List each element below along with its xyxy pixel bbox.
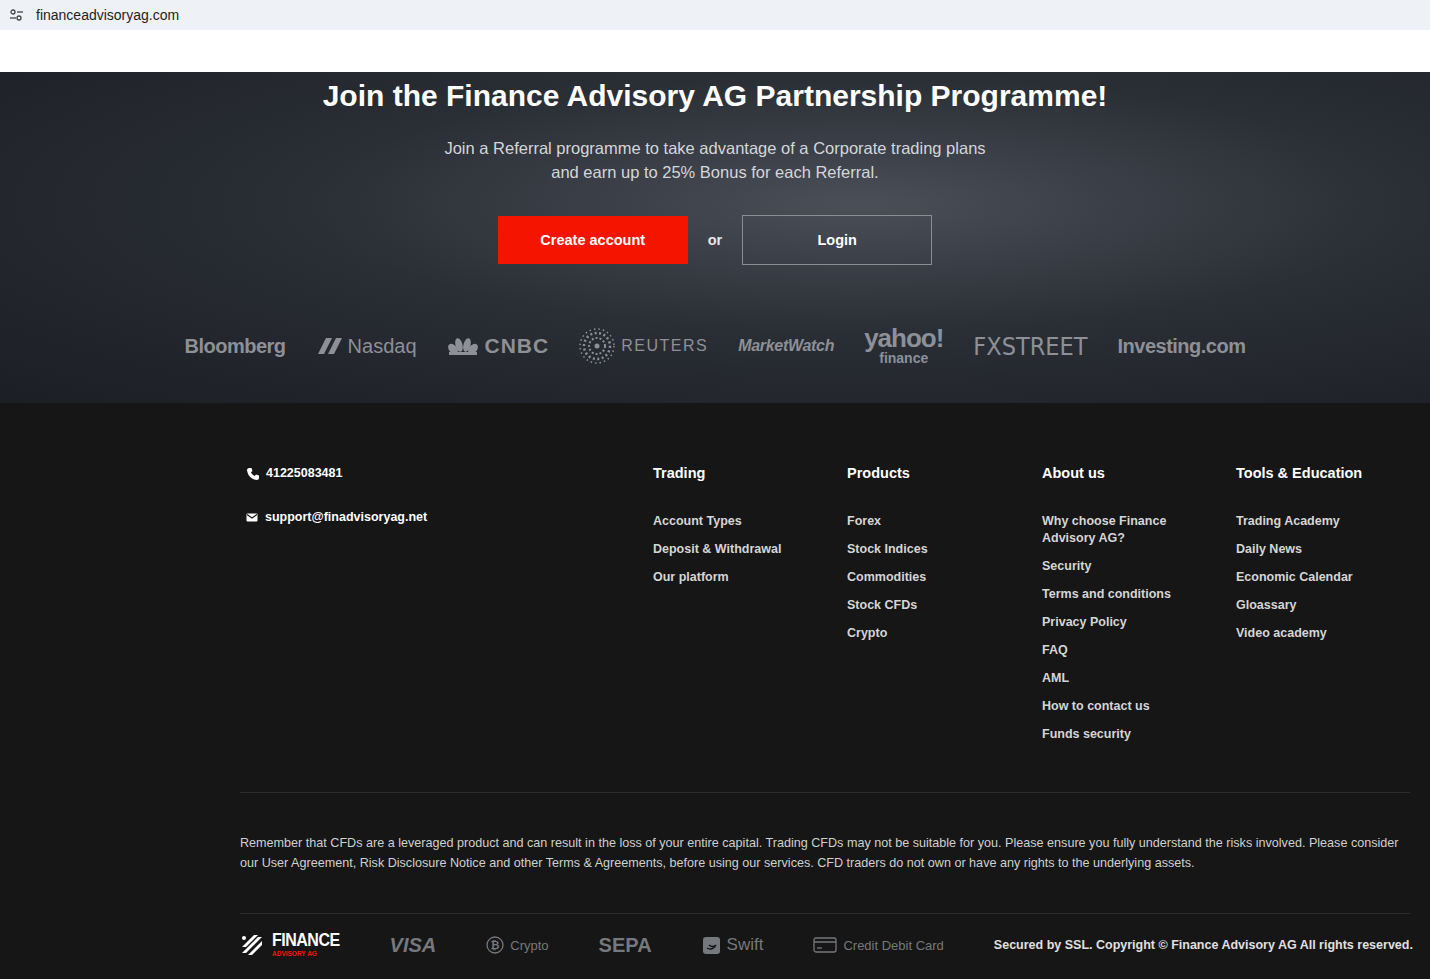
footer-link[interactable]: How to contact us — [1042, 692, 1236, 720]
media-name: REUTERS — [621, 337, 708, 355]
footer-bottom: FINANCE ADVISORY AG VISA ₿ Crypto SEPA Swift Cr… — [240, 914, 1410, 976]
or-separator: or — [708, 232, 723, 248]
media-logos: Bloomberg Nasdaq CNBC REUTERS MarketWatch yah… — [185, 325, 1246, 367]
site-footer: 41225083481 support@finadvisoryag.net Trad… — [0, 403, 1430, 976]
media-name: MarketWatch — [738, 337, 834, 355]
media-name: Bloomberg — [185, 335, 286, 358]
cnbc-peacock-icon — [447, 335, 479, 357]
footer-column: Trading Account TypesDeposit & Withdrawal… — [653, 463, 847, 748]
column-title: Trading — [653, 463, 847, 483]
footer-link[interactable]: Why choose Finance Advisory AG? — [1042, 507, 1236, 552]
column-title: Tools & Education — [1236, 463, 1410, 483]
media-name: CNBC — [485, 334, 550, 358]
footer-link[interactable]: Deposit & Withdrawal — [653, 535, 847, 563]
footer-link[interactable]: Video academy — [1236, 619, 1410, 647]
footer-columns: 41225083481 support@finadvisoryag.net Trad… — [240, 463, 1410, 748]
footer-link[interactable]: Economic Calendar — [1236, 563, 1410, 591]
media-name: FXSTREET — [973, 332, 1087, 361]
hero-title: Join the Finance Advisory AG Partnership… — [323, 78, 1108, 114]
payment-method: ₿ Crypto — [486, 936, 548, 954]
address-bar: financeadvisoryag.com — [0, 0, 1430, 30]
footer-link[interactable]: Trading Academy — [1236, 507, 1410, 535]
footer-link[interactable]: Commodities — [847, 563, 1042, 591]
footer-link[interactable]: Terms and conditions — [1042, 580, 1236, 608]
footer-link[interactable]: Account Types — [653, 507, 847, 535]
footer-link[interactable]: FAQ — [1042, 636, 1236, 664]
yahoo-finance-logo: yahoo! finance — [864, 327, 943, 365]
media-logo: FXSTREET — [973, 332, 1087, 361]
create-account-button[interactable]: Create account — [498, 216, 688, 264]
footer-link[interactable]: Forex — [847, 507, 1042, 535]
media-logo: yahoo! finance — [864, 327, 943, 365]
contact-info: 41225083481 support@finadvisoryag.net — [240, 463, 653, 748]
footer-link[interactable]: Privacy Policy — [1042, 608, 1236, 636]
payment-method: SEPA — [599, 934, 652, 957]
url-text[interactable]: financeadvisoryag.com — [36, 7, 179, 23]
finance-logo-icon — [240, 933, 264, 957]
media-logo: Bloomberg — [185, 335, 286, 358]
copyright: Secured by SSL. Copyright © Finance Advi… — [994, 938, 1413, 952]
media-name: Nasdaq — [348, 335, 417, 358]
footer-column: About us Why choose Finance Advisory AG?S… — [1042, 463, 1236, 748]
swift-icon — [702, 936, 721, 955]
email-icon — [246, 512, 258, 523]
media-logo: MarketWatch — [738, 337, 834, 355]
footer-link[interactable]: Our platform — [653, 563, 847, 591]
footer-divider — [240, 792, 1410, 793]
svg-text:₿: ₿ — [491, 939, 500, 951]
logo-title: FINANCE — [272, 931, 340, 949]
risk-disclaimer: Remember that CFDs are a leveraged produ… — [240, 793, 1410, 913]
email-address: support@finadvisoryag.net — [265, 507, 427, 527]
column-title: Products — [847, 463, 1042, 483]
payment-label: SEPA — [599, 934, 652, 957]
footer-divider — [240, 913, 1410, 914]
footer-column: Products ForexStock IndicesCommoditiesSto… — [847, 463, 1042, 748]
column-title: About us — [1042, 463, 1236, 483]
payment-method: VISA — [390, 934, 437, 957]
subtitle-line: and earn up to 25% Bonus for each Referr… — [444, 160, 985, 184]
payment-label: Crypto — [510, 938, 548, 953]
footer-link[interactable]: Stock Indices — [847, 535, 1042, 563]
subtitle-line: Join a Referral programme to take advant… — [444, 136, 985, 160]
phone[interactable]: 41225083481 — [246, 463, 653, 483]
footer-link[interactable]: Daily News — [1236, 535, 1410, 563]
login-button[interactable]: Login — [742, 215, 932, 265]
company-logo[interactable]: FINANCE ADVISORY AG — [240, 932, 340, 958]
footer-column: Tools & Education Trading AcademyDaily Ne… — [1236, 463, 1410, 748]
payment-label: Swift — [727, 935, 764, 955]
footer-link[interactable]: Security — [1042, 552, 1236, 580]
page-top-strip — [0, 30, 1430, 72]
phone-icon — [246, 467, 259, 480]
payment-method: Swift — [702, 935, 764, 955]
hero-subtitle: Join a Referral programme to take advant… — [444, 136, 985, 184]
footer-link[interactable]: Gloassary — [1236, 591, 1410, 619]
footer-link[interactable]: Crypto — [847, 619, 1042, 647]
media-logo: CNBC — [447, 334, 550, 358]
phone-number: 41225083481 — [266, 463, 342, 483]
logo-subtitle: ADVISORY AG — [272, 951, 340, 958]
email[interactable]: support@finadvisoryag.net — [246, 507, 653, 527]
payment-label: Credit Debit Card — [843, 938, 943, 953]
footer-link[interactable]: Funds security — [1042, 720, 1236, 748]
media-sub: finance — [879, 352, 928, 365]
media-name: yahoo! — [864, 327, 943, 350]
nasdaq-icon — [316, 334, 342, 358]
reuters-icon — [579, 328, 615, 364]
footer-link[interactable]: AML — [1042, 664, 1236, 692]
site-settings-icon — [9, 8, 24, 22]
media-name: Investing.com — [1118, 335, 1246, 358]
bitcoin-icon: ₿ — [486, 936, 504, 954]
media-logo: Investing.com — [1118, 335, 1246, 358]
payment-method: Credit Debit Card — [813, 936, 943, 954]
media-logo: REUTERS — [579, 328, 708, 364]
footer-link[interactable]: Stock CFDs — [847, 591, 1042, 619]
credit-card-icon — [813, 936, 837, 954]
hero-actions: Create account or Login — [498, 215, 933, 265]
partnership-hero: Join the Finance Advisory AG Partnership… — [0, 72, 1430, 403]
payment-label: VISA — [390, 934, 437, 957]
logo-text: FINANCE ADVISORY AG — [272, 932, 340, 958]
media-logo: Nasdaq — [316, 334, 417, 358]
